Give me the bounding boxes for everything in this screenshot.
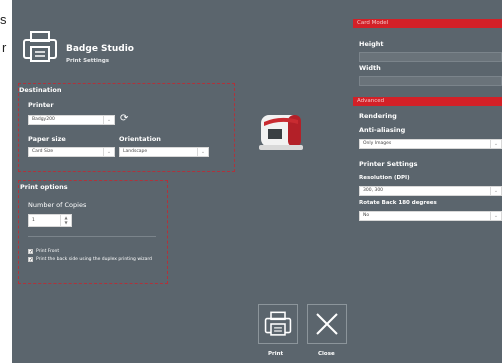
print-button[interactable] [258,304,298,344]
width-field[interactable] [359,76,502,86]
print-settings-window: Badge Studio Print Settings Destination … [12,0,502,363]
app-logo-printer-icon [22,29,58,69]
chevron-down-icon: ⌄ [490,212,501,220]
destination-section [18,83,235,172]
background-text-s: s [0,12,7,27]
paper-size-select[interactable]: Card Size ⌄ [28,147,115,157]
resolution-value: 300, 300 [363,188,384,193]
height-field[interactable] [359,52,502,62]
advanced-header: Advanced [353,97,502,106]
close-button-label: Close [318,351,335,357]
paper-size-value: Card Size [32,149,54,154]
print-front-label: Print Front [36,249,60,254]
anti-aliasing-label: Anti-aliasing [359,126,406,134]
copies-value: 1 [32,218,35,223]
printer-select[interactable]: Badgy200 ⌄ [28,115,115,125]
resolution-select[interactable]: 300, 300 ⌄ [359,186,502,196]
anti-aliasing-value: Only Images [363,141,392,146]
rotate-back-select[interactable]: No ⌄ [359,211,502,221]
close-icon [316,313,338,335]
chevron-down-icon: ⌄ [103,148,114,156]
printer-select-value: Badgy200 [32,117,55,122]
chevron-down-icon: ⌄ [490,187,501,195]
app-title: Badge Studio [66,44,134,54]
background-text-r: r [2,40,7,55]
resolution-label: Resolution (DPI) [359,175,410,181]
anti-aliasing-select[interactable]: Only Images ⌄ [359,139,502,149]
height-label: Height [359,40,384,48]
page-subtitle: Print Settings [66,58,110,64]
copies-stepper[interactable]: 1 ▲ ▼ [28,214,72,227]
duplex-checkbox[interactable]: ✓ [28,257,33,263]
printer-settings-label: Printer Settings [359,160,418,168]
refresh-icon[interactable]: ⟳ [120,113,128,125]
rendering-label: Rendering [359,112,397,120]
orientation-label: Orientation [119,135,161,143]
print-options-title: Print options [20,183,68,191]
chevron-down-icon: ⌄ [103,116,114,124]
printer-label: Printer [28,101,54,109]
chevron-down-icon: ⌄ [490,140,501,148]
copies-label: Number of Copies [28,201,87,209]
chevron-down-icon: ⌄ [197,148,208,156]
paper-size-label: Paper size [28,135,66,143]
width-label: Width [359,64,381,72]
print-front-checkbox[interactable]: ✓ [28,249,33,255]
card-model-header: Card Model [353,19,502,28]
stepper-arrows[interactable]: ▲ ▼ [60,215,71,226]
printer-icon [264,311,292,336]
printer-image [252,105,308,165]
print-options-section [18,180,168,284]
destination-title: Destination [19,86,62,94]
divider [28,236,156,237]
orientation-select[interactable]: Landscape ⌄ [119,147,209,157]
print-button-label: Print [268,351,284,357]
rotate-back-value: No [363,213,370,218]
duplex-label: Print the back side using the duplex pri… [36,257,153,262]
rotate-back-label: Rotate Back 180 degrees [359,200,437,206]
close-button[interactable] [307,304,347,344]
orientation-value: Landscape [123,149,148,154]
